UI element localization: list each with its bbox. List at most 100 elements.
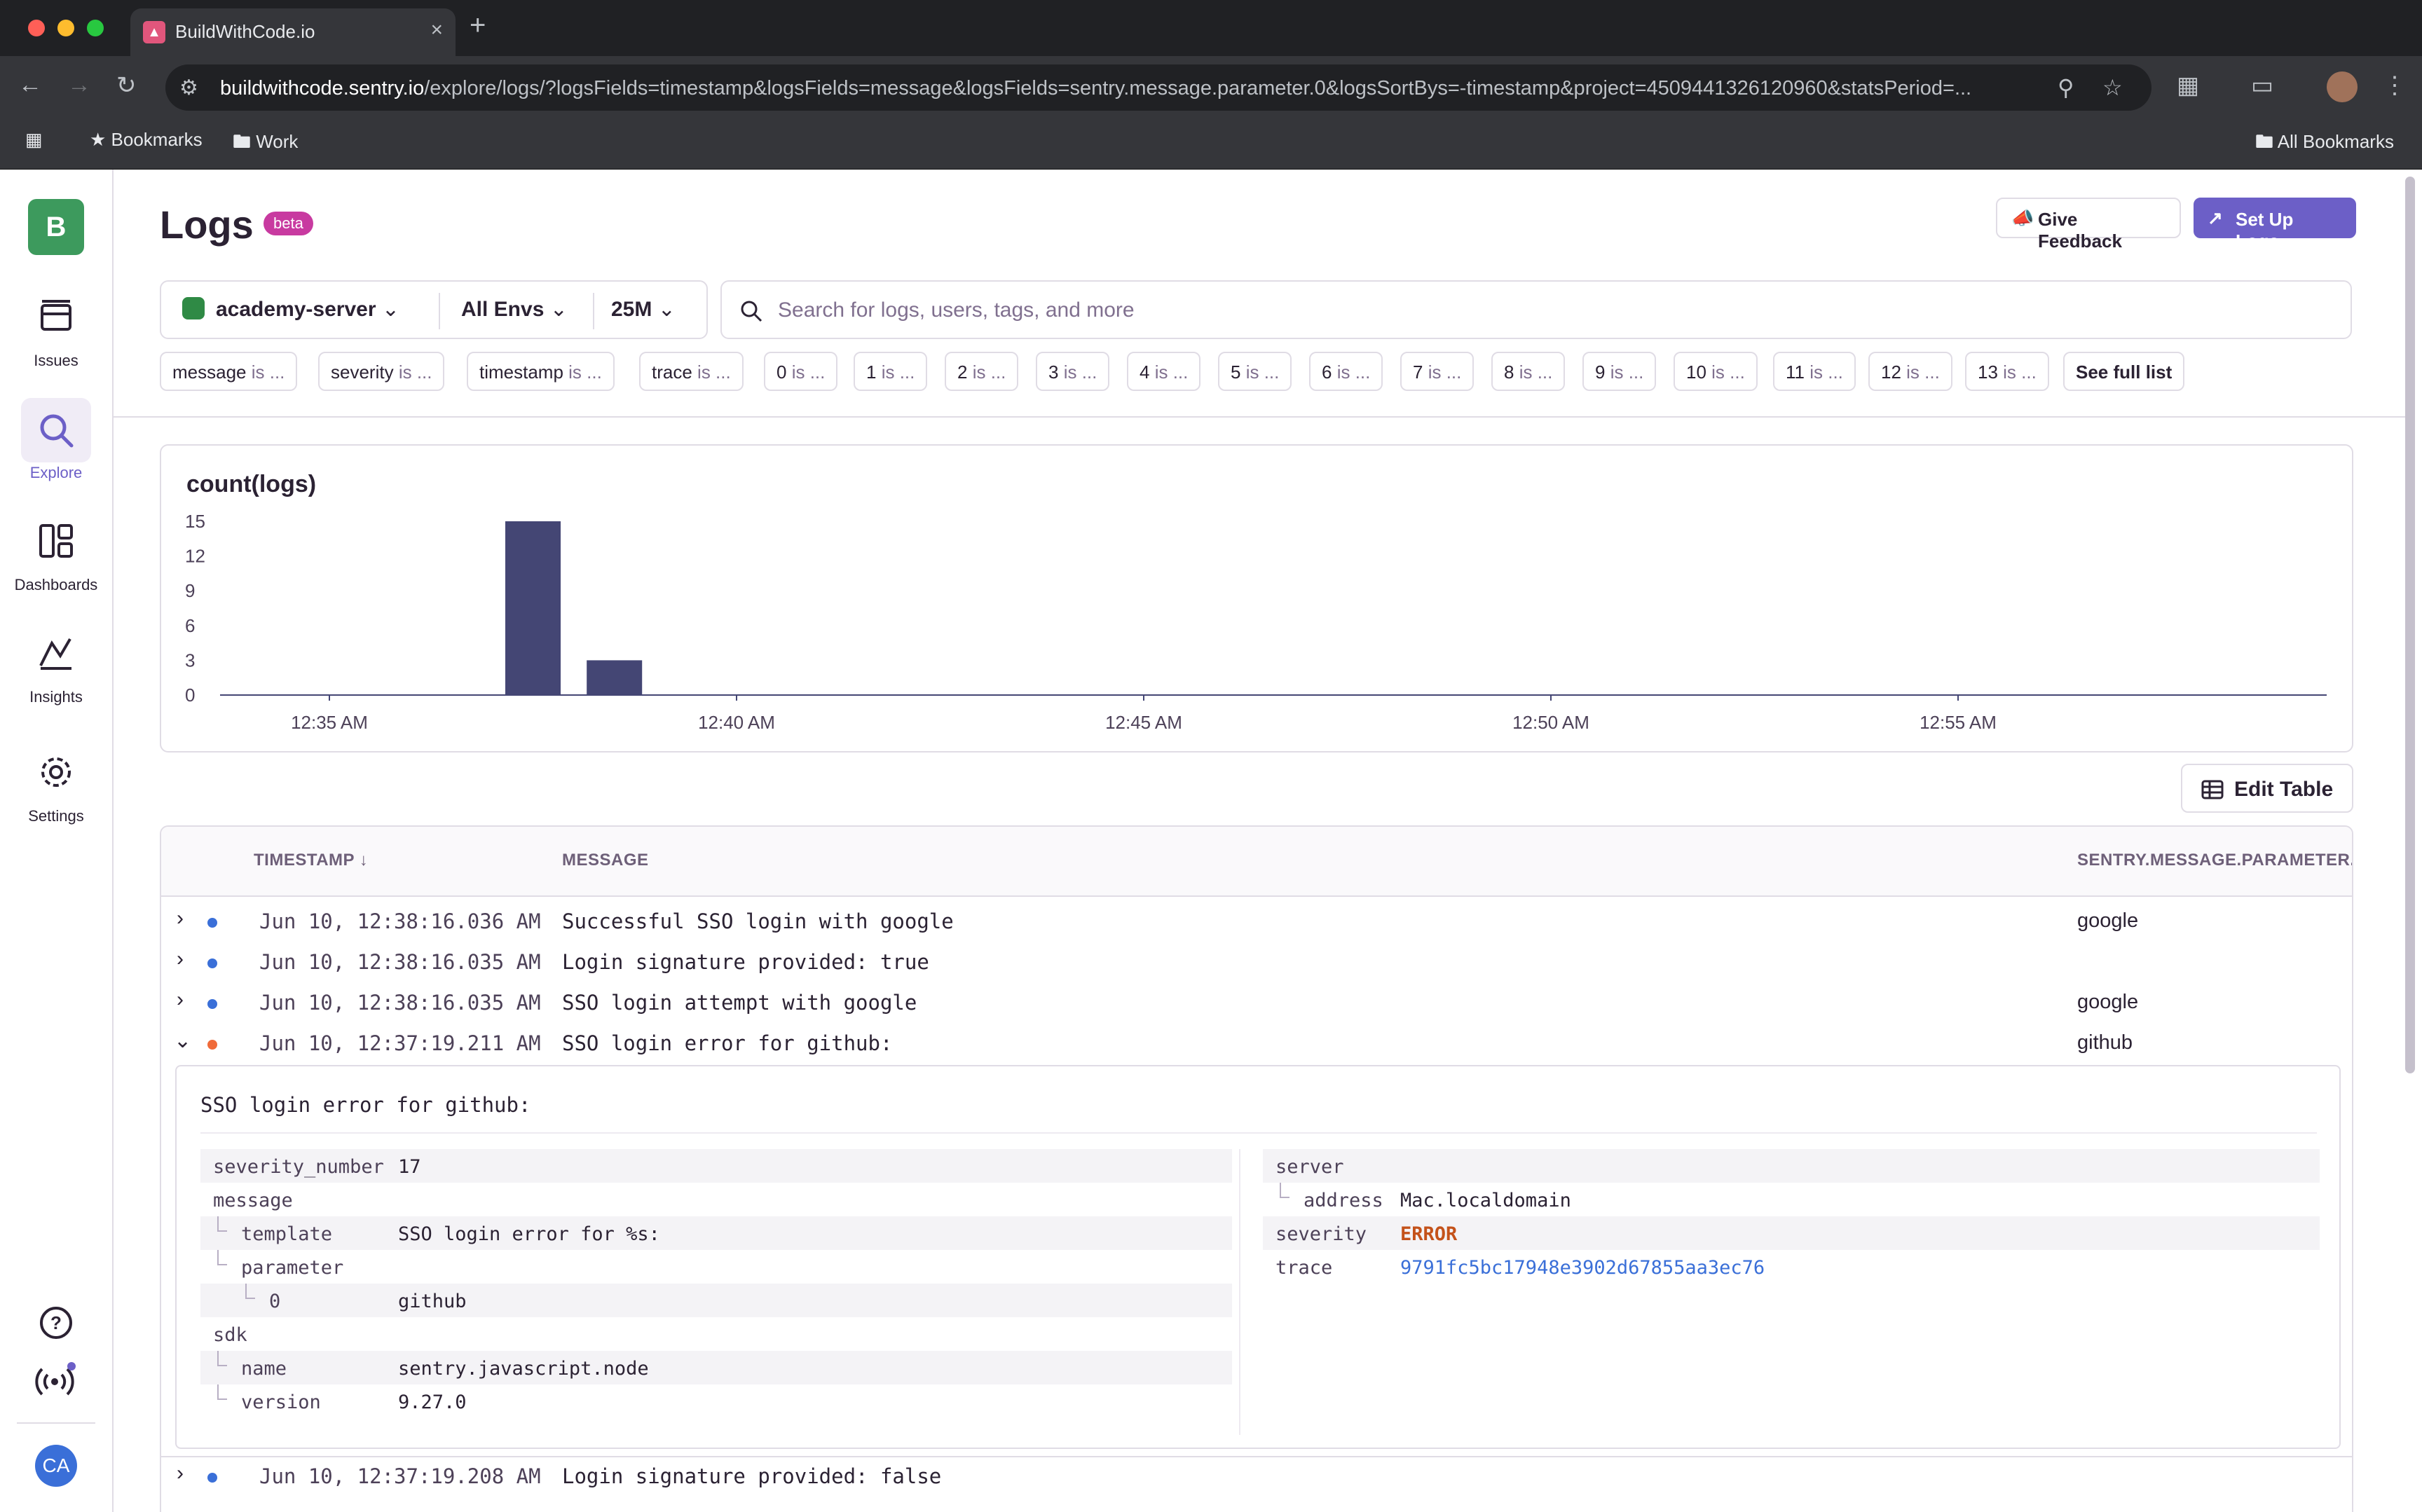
table-row[interactable]: › Jun 10, 12:38:16.035 AM Login signatur… — [161, 943, 2352, 984]
chevron-right-icon[interactable]: › — [177, 947, 184, 971]
attr-severity[interactable]: severity ERROR — [1263, 1216, 2320, 1250]
close-window-button[interactable] — [28, 20, 45, 36]
chart-bar[interactable] — [505, 521, 561, 695]
forward-icon[interactable]: → — [67, 71, 91, 99]
edit-table-button[interactable]: Edit Table — [2181, 764, 2353, 813]
scrollbar-thumb[interactable] — [2405, 177, 2415, 1073]
cast-icon[interactable]: ▭ — [2251, 71, 2273, 99]
chip-7[interactable]: 7 is ... — [1400, 352, 1475, 391]
user-avatar[interactable]: CA — [35, 1445, 77, 1487]
table-row[interactable]: › Jun 10, 12:38:16.035 AM SSO login atte… — [161, 984, 2352, 1024]
attr-trace[interactable]: trace 9791fc5bc17948e3902d67855aa3ec76 — [1263, 1250, 2320, 1284]
chip-6[interactable]: 6 is ... — [1309, 352, 1383, 391]
attr-sdk-name[interactable]: name sentry.javascript.node — [200, 1351, 1232, 1384]
project-selector[interactable]: academy-server ⌄ — [182, 297, 399, 322]
chip-5[interactable]: 5 is ... — [1218, 352, 1292, 391]
chevron-right-icon[interactable]: › — [177, 907, 184, 930]
attr-sdk: sdk — [213, 1324, 247, 1346]
minimize-window-button[interactable] — [57, 20, 74, 36]
give-feedback-button[interactable]: 📣 Give Feedback — [1996, 198, 2181, 252]
chevron-down-icon: ⌄ — [381, 298, 399, 321]
site-info-icon[interactable]: ⚙ — [179, 76, 198, 100]
sidebar-item-dashboards[interactable]: Dashboards — [0, 510, 112, 594]
chip-severity[interactable]: severity is ... — [318, 352, 445, 391]
bookmark-work[interactable]: 🖿 Work — [233, 129, 298, 160]
close-tab-icon[interactable]: × — [430, 18, 443, 42]
table-row-expanded[interactable]: ⌄ Jun 10, 12:37:19.211 AM SSO login erro… — [161, 1024, 2352, 1065]
chip-1[interactable]: 1 is ... — [854, 352, 928, 391]
chip-4[interactable]: 4 is ... — [1127, 352, 1201, 391]
main-content: Logs beta 📣 Give Feedback ↗ Set Up Logs … — [114, 170, 2405, 1512]
table-row[interactable]: › Jun 10, 12:37:19.208 AM Login signatur… — [161, 1456, 2352, 1497]
all-bookmarks[interactable]: 🖿 All Bookmarks — [2255, 129, 2394, 160]
severity-indicator — [207, 1473, 217, 1483]
environment-selector[interactable]: All Envs ⌄ — [461, 297, 568, 322]
bookmark-bookmarks[interactable]: ★ Bookmarks — [90, 129, 203, 151]
row-timestamp: Jun 10, 12:37:19.208 AM — [259, 1464, 541, 1488]
tree-connector — [217, 1351, 227, 1366]
attr-template[interactable]: template SSO login error for %s: — [200, 1216, 1232, 1250]
megaphone-icon: 📣 — [2011, 207, 2034, 228]
broadcast-icon[interactable] — [28, 1361, 84, 1401]
chip-timestamp[interactable]: timestamp is ... — [467, 352, 615, 391]
apps-grid-icon[interactable]: ▦ — [25, 129, 43, 151]
see-full-list-button[interactable]: See full list — [2063, 352, 2185, 391]
chip-10[interactable]: 10 is ... — [1674, 352, 1758, 391]
bookmark-star-icon[interactable]: ☆ — [2102, 74, 2123, 101]
chip-13[interactable]: 13 is ... — [1965, 352, 2049, 391]
column-header-parameter[interactable]: SENTRY.MESSAGE.PARAMETER.0 — [2077, 851, 2352, 870]
tree-connector — [1280, 1183, 1289, 1198]
chip-message[interactable]: message is ... — [160, 352, 298, 391]
chevron-right-icon[interactable]: › — [177, 988, 184, 1012]
tree-connector — [217, 1216, 227, 1232]
url-text[interactable]: buildwithcode.sentry.io/explore/logs/?lo… — [220, 77, 2056, 100]
reload-icon[interactable]: ↻ — [116, 71, 137, 99]
sidebar-item-label: Dashboards — [14, 576, 98, 593]
chip-0[interactable]: 0 is ... — [764, 352, 838, 391]
sidebar-item-explore[interactable]: Explore — [0, 398, 112, 482]
search-input[interactable]: Search for logs, users, tags, and more — [720, 280, 2352, 339]
attr-server-address[interactable]: address Mac.localdomain — [1263, 1183, 2320, 1216]
chip-9[interactable]: 9 is ... — [1582, 352, 1657, 391]
tree-connector — [217, 1384, 227, 1400]
chevron-down-icon: ⌄ — [549, 298, 568, 321]
column-header-timestamp[interactable]: TIMESTAMP ↓ — [254, 851, 368, 870]
address-bar[interactable]: ⚙ buildwithcode.sentry.io/explore/logs/?… — [165, 64, 2151, 111]
chip-2[interactable]: 2 is ... — [945, 352, 1019, 391]
maximize-window-button[interactable] — [87, 20, 104, 36]
chevron-right-icon[interactable]: › — [177, 1462, 184, 1485]
browser-toolbar: ← → ↻ ⚙ buildwithcode.sentry.io/explore/… — [0, 56, 2422, 119]
org-avatar[interactable]: B — [28, 199, 84, 255]
new-tab-icon[interactable]: + — [470, 10, 486, 41]
sidebar-item-settings[interactable]: Settings — [0, 741, 112, 825]
dashboards-icon — [21, 510, 91, 575]
set-up-logs-button[interactable]: ↗ Set Up Logs — [2194, 198, 2356, 252]
help-icon[interactable]: ? — [28, 1305, 84, 1345]
sidebar-item-label: Explore — [29, 464, 83, 481]
extensions-icon[interactable]: ▦ — [2177, 71, 2199, 99]
back-icon[interactable]: ← — [18, 71, 42, 99]
attr-parameter-0[interactable]: 0 github — [200, 1284, 1232, 1317]
table-header: TIMESTAMP ↓ MESSAGE SENTRY.MESSAGE.PARAM… — [161, 827, 2352, 897]
chip-12[interactable]: 12 is ... — [1868, 352, 1952, 391]
time-range-selector[interactable]: 25M ⌄ — [611, 297, 676, 322]
attr-severity-number[interactable]: severity_number 17 — [200, 1149, 1232, 1183]
chip-trace[interactable]: trace is ... — [639, 352, 744, 391]
sidebar-item-issues[interactable]: Issues — [0, 286, 112, 370]
detail-column-divider — [1239, 1149, 1240, 1435]
table-row[interactable]: › Jun 10, 12:38:16.036 AM Successful SSO… — [161, 902, 2352, 943]
chrome-profile-avatar[interactable] — [2327, 71, 2358, 102]
arrow-down-icon: ↓ — [359, 851, 369, 870]
chip-8[interactable]: 8 is ... — [1491, 352, 1566, 391]
chip-3[interactable]: 3 is ... — [1036, 352, 1110, 391]
chip-11[interactable]: 11 is ... — [1773, 352, 1856, 391]
trace-link[interactable]: 9791fc5bc17948e3902d67855aa3ec76 — [1400, 1257, 1765, 1279]
attr-sdk-version[interactable]: version 9.27.0 — [200, 1384, 1232, 1418]
browser-tab[interactable]: ▲ BuildWithCode.io × — [130, 8, 456, 56]
chart-bar[interactable] — [587, 660, 643, 695]
zoom-icon[interactable]: ⚲ — [2058, 74, 2074, 101]
chrome-menu-icon[interactable]: ⋮ — [2383, 71, 2407, 99]
sidebar-item-insights[interactable]: Insights — [0, 622, 112, 706]
column-header-message[interactable]: MESSAGE — [562, 851, 649, 870]
chevron-down-icon[interactable]: ⌄ — [174, 1029, 191, 1053]
